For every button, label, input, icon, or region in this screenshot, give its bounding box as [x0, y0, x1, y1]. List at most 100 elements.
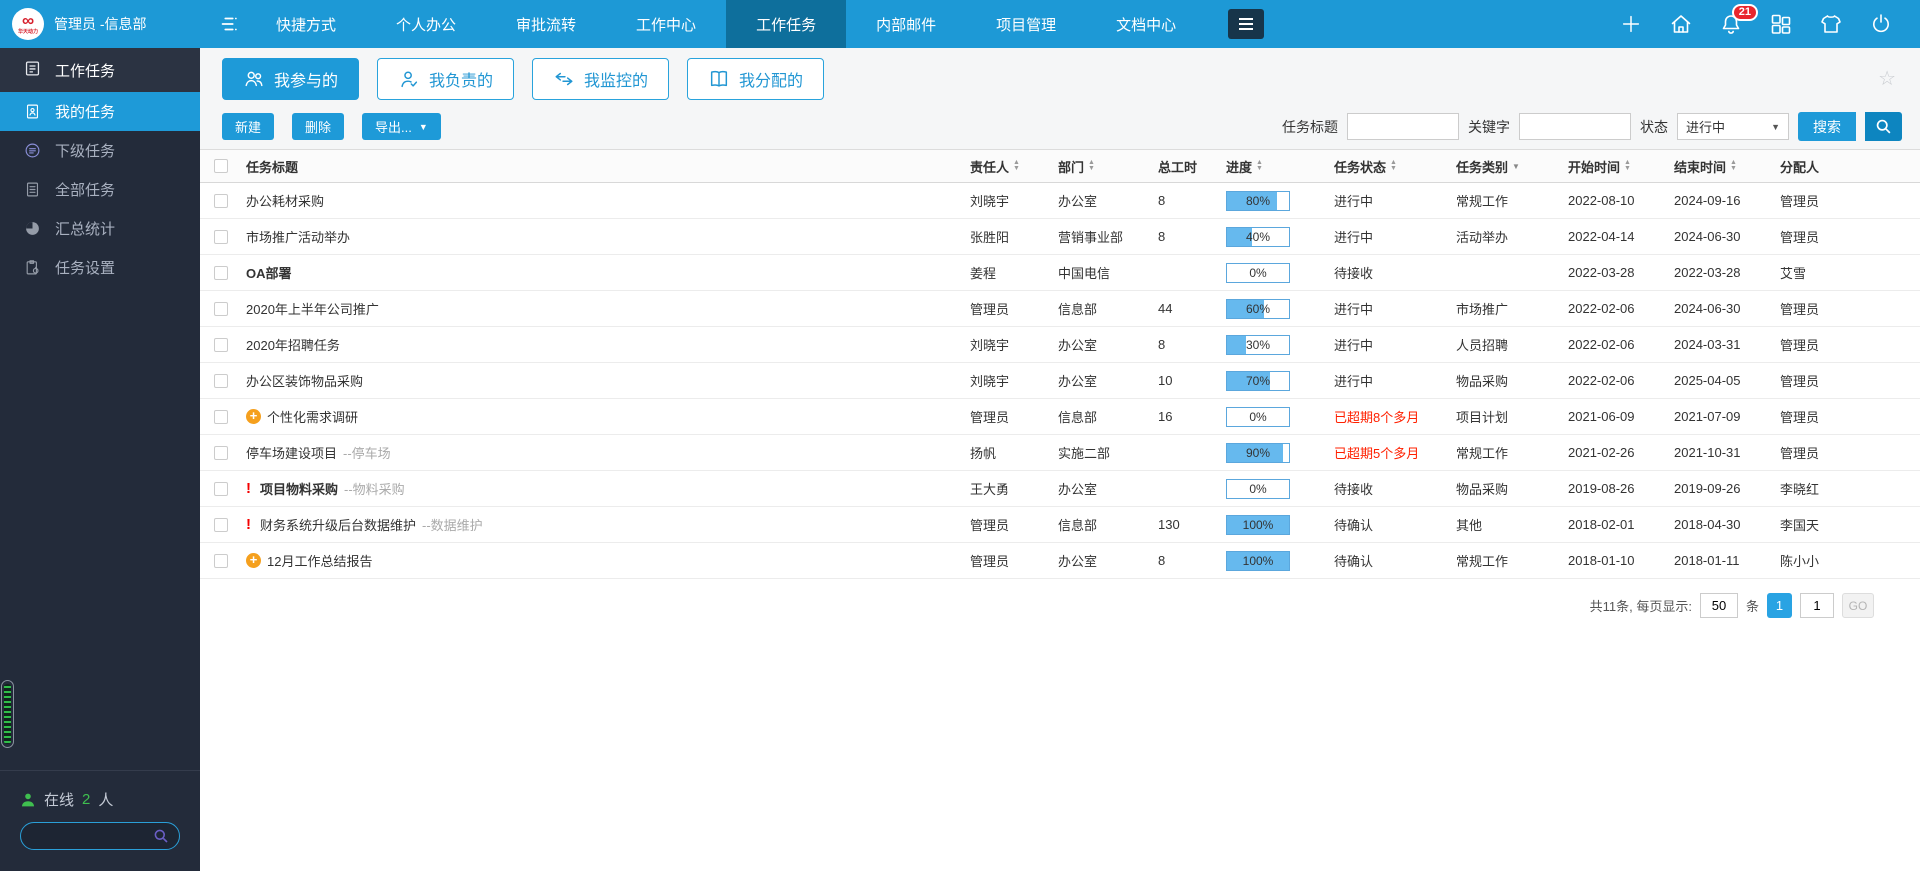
task-title[interactable]: 2020年招聘任务 — [246, 335, 340, 354]
apps-icon[interactable] — [1768, 11, 1794, 37]
row-checkbox[interactable] — [214, 229, 228, 244]
task-title[interactable]: 12月工作总结报告 — [267, 551, 372, 570]
sort-arrows-icon[interactable]: ▲ ▼ — [1624, 159, 1631, 172]
task-title[interactable]: OA部署 — [246, 263, 292, 282]
top-menu-item-6[interactable]: 项目管理 — [966, 0, 1086, 48]
sidebar-item-0[interactable]: 我的任务 — [0, 92, 200, 131]
sort-arrows-icon[interactable]: ▲ ▼ — [1730, 159, 1737, 172]
sidebar-search-input[interactable] — [33, 828, 153, 844]
sidebar-item-4[interactable]: 任务设置 — [0, 248, 200, 287]
row-checkbox[interactable] — [214, 553, 228, 568]
task-title[interactable]: 停车场建设项目 — [246, 443, 337, 462]
table-row[interactable]: OA部署 姜程 中国电信 0% 待接收 2022-03-28 2022-03-28 艾雪 — [200, 255, 1920, 291]
search-magnifier-button[interactable] — [1865, 112, 1902, 141]
table-row[interactable]: 办公耗材采购 刘晓宇 办公室 8 80% 进行中 常规工作 2022-08-10 2024-09… — [200, 183, 1920, 219]
column-header-6[interactable]: 任务类别 ▼ — [1456, 157, 1568, 176]
task-title-cell[interactable]: ! 项目物料采购 --物料采购 — [246, 479, 970, 498]
filter-caret-icon[interactable]: ▼ — [1512, 162, 1520, 171]
column-header-2[interactable]: 部门 ▲ ▼ — [1058, 157, 1158, 176]
sidebar-item-2[interactable]: 全部任务 — [0, 170, 200, 209]
select-all-checkbox[interactable] — [214, 159, 228, 173]
keyword-input[interactable] — [1519, 113, 1631, 140]
table-row[interactable]: 2020年招聘任务 刘晓宇 办公室 8 30% 进行中 人员招聘 2022-02-06 2024… — [200, 327, 1920, 363]
task-title-cell[interactable]: 2020年上半年公司推广 — [246, 299, 970, 318]
table-row[interactable]: ! 项目物料采购 --物料采购 王大勇 办公室 0% 待接收 物品采购 2019-08-26 20… — [200, 471, 1920, 507]
task-title-cell[interactable]: OA部署 — [246, 263, 970, 282]
task-title[interactable]: 办公耗材采购 — [246, 191, 324, 210]
task-title[interactable]: 项目物料采购 — [260, 479, 338, 498]
search-icon[interactable] — [153, 828, 169, 844]
filter-tab-2[interactable]: 我监控的 — [532, 58, 670, 100]
task-title[interactable]: 财务系统升级后台数据维护 — [260, 515, 416, 534]
top-menu-item-3[interactable]: 工作中心 — [606, 0, 726, 48]
row-checkbox[interactable] — [214, 409, 228, 424]
table-row[interactable]: ! 财务系统升级后台数据维护 --数据维护 管理员 信息部 130 100% 待确认 其他 201… — [200, 507, 1920, 543]
filter-tab-0[interactable]: 我参与的 — [222, 58, 360, 100]
top-menu-item-2[interactable]: 审批流转 — [486, 0, 606, 48]
sort-arrows-icon[interactable]: ▲ ▼ — [1088, 159, 1095, 172]
task-title[interactable]: 办公区装饰物品采购 — [246, 371, 363, 390]
current-page-button[interactable]: 1 — [1767, 593, 1792, 618]
power-icon[interactable] — [1868, 11, 1894, 37]
task-title-cell[interactable]: +12月工作总结报告 — [246, 551, 970, 570]
row-checkbox[interactable] — [214, 481, 228, 496]
task-title[interactable]: 个性化需求调研 — [267, 407, 358, 426]
new-button[interactable]: 新建 — [222, 113, 275, 140]
column-header-5[interactable]: 任务状态 ▲ ▼ — [1334, 157, 1456, 176]
table-row[interactable]: 停车场建设项目 --停车场 扬帆 实施二部 90% 已超期5个多月 常规工作 2021-02-… — [200, 435, 1920, 471]
column-header-4[interactable]: 进度 ▲ ▼ — [1226, 157, 1334, 176]
row-checkbox[interactable] — [214, 517, 228, 532]
task-title-cell[interactable]: ! 财务系统升级后台数据维护 --数据维护 — [246, 515, 970, 534]
sort-arrows-icon[interactable]: ▲ ▼ — [1256, 159, 1263, 172]
table-row[interactable]: 市场推广活动举办 张胜阳 营销事业部 8 40% 进行中 活动举办 2022-04-14 202… — [200, 219, 1920, 255]
search-button[interactable]: 搜索 — [1798, 112, 1856, 141]
row-checkbox[interactable] — [214, 445, 228, 460]
filter-tab-3[interactable]: 我分配的 — [687, 58, 825, 100]
top-menu-item-0[interactable]: 快捷方式 — [246, 0, 366, 48]
task-title-input[interactable] — [1347, 113, 1459, 140]
row-checkbox[interactable] — [214, 301, 228, 316]
column-header-7[interactable]: 开始时间 ▲ ▼ — [1568, 157, 1674, 176]
page-size-input[interactable] — [1699, 593, 1738, 618]
filter-tab-1[interactable]: 我负责的 — [377, 58, 515, 100]
top-menu-item-1[interactable]: 个人办公 — [366, 0, 486, 48]
top-menu-item-5[interactable]: 内部邮件 — [846, 0, 966, 48]
row-checkbox[interactable] — [214, 373, 228, 388]
table-row[interactable]: 办公区装饰物品采购 刘晓宇 办公室 10 70% 进行中 物品采购 2022-02-06 202… — [200, 363, 1920, 399]
top-menu-item-4[interactable]: 工作任务 — [726, 0, 847, 48]
top-menu-item-7[interactable]: 文档中心 — [1086, 0, 1206, 48]
favorite-star-icon[interactable]: ☆ — [1878, 66, 1896, 91]
home-icon[interactable] — [1668, 11, 1694, 37]
shirt-icon[interactable] — [1818, 11, 1844, 37]
column-header-8[interactable]: 结束时间 ▲ ▼ — [1674, 157, 1780, 176]
task-title[interactable]: 市场推广活动举办 — [246, 227, 350, 246]
export-button[interactable]: 导出... ▼ — [362, 113, 441, 140]
sidebar-section-work-tasks[interactable]: 工作任务 — [0, 48, 200, 92]
table-row[interactable]: + 个性化需求调研 管理员 信息部 16 0% 已超期8个多月 项目计划 2021-06-09 2… — [200, 399, 1920, 435]
sidebar-item-3[interactable]: 汇总统计 — [0, 209, 200, 248]
plus-icon[interactable] — [1618, 11, 1644, 37]
column-header-1[interactable]: 责任人 ▲ ▼ — [970, 157, 1058, 176]
task-title-cell[interactable]: 2020年招聘任务 — [246, 335, 970, 354]
page-jump-input[interactable] — [1800, 593, 1834, 618]
table-row[interactable]: 2020年上半年公司推广 管理员 信息部 44 60% 进行中 市场推广 2022-02-06… — [200, 291, 1920, 327]
go-button[interactable]: GO — [1842, 593, 1874, 618]
delete-button[interactable]: 删除 — [292, 113, 345, 140]
sort-arrows-icon[interactable]: ▲ ▼ — [1390, 159, 1397, 172]
sort-arrows-icon[interactable]: ▲ ▼ — [1013, 159, 1020, 172]
menu-burger-button[interactable] — [1228, 9, 1265, 39]
row-checkbox[interactable] — [214, 265, 228, 280]
menu-list-icon[interactable] — [218, 0, 240, 48]
table-row[interactable]: +12月工作总结报告 管理员 办公室 8 100% 待确认 常规工作 2018-01-10 20… — [200, 543, 1920, 579]
status-select[interactable]: 进行中 ▼ — [1677, 113, 1789, 140]
sidebar-item-1[interactable]: 下级任务 — [0, 131, 200, 170]
task-title-cell[interactable]: 停车场建设项目 --停车场 — [246, 443, 970, 462]
task-title-cell[interactable]: 市场推广活动举办 — [246, 227, 970, 246]
row-checkbox[interactable] — [214, 193, 228, 208]
task-title-cell[interactable]: + 个性化需求调研 — [246, 407, 970, 426]
task-title-cell[interactable]: 办公耗材采购 — [246, 191, 970, 210]
task-title[interactable]: 2020年上半年公司推广 — [246, 299, 379, 318]
sidebar-scrollbar[interactable] — [1, 680, 14, 748]
task-title-cell[interactable]: 办公区装饰物品采购 — [246, 371, 970, 390]
bell-icon[interactable]: 21 — [1718, 4, 1758, 37]
